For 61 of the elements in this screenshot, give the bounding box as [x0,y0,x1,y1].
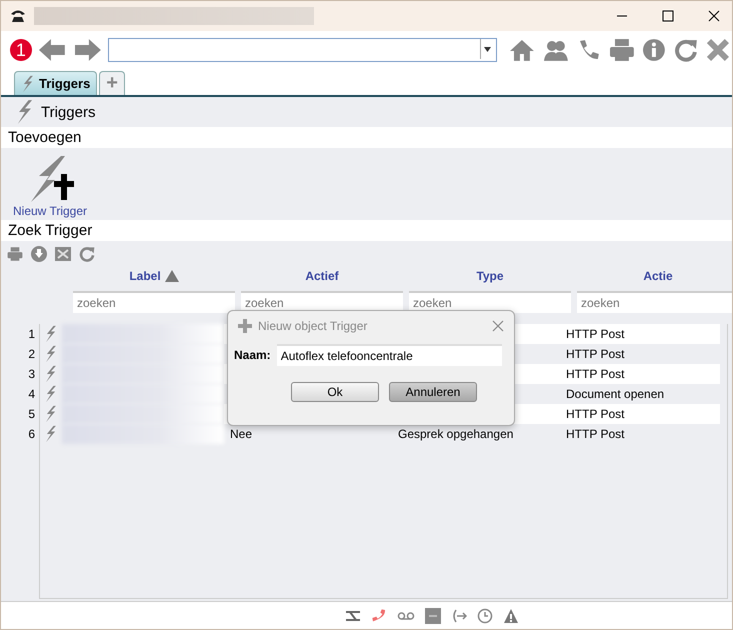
section-header: Toevoegen [1,127,732,148]
lightning-icon [44,365,58,383]
row-number: 2 [27,347,36,361]
spreadsheet-icon[interactable] [55,246,71,262]
table-cell: HTTP Post [560,364,720,384]
table-cell-text: Nee [229,426,254,443]
maximize-icon[interactable] [662,10,674,22]
table-cell-text: Gesprek opgehangen [397,426,514,443]
new-trigger-button[interactable]: Nieuw Trigger [11,148,90,220]
section-header: Zoek Trigger [1,220,732,241]
back-icon[interactable] [38,38,66,62]
row-number: 5 [27,407,36,421]
lightning-icon [44,385,58,403]
lightning-icon [21,74,35,92]
plus-icon [238,319,252,333]
column-header[interactable]: Type [409,267,571,285]
table-cell-text: HTTP Post [565,426,626,443]
close-icon[interactable] [708,10,720,22]
notification-badge[interactable]: 1 [10,39,32,61]
search-field[interactable]: zoeken [73,291,235,313]
refresh-icon[interactable] [674,38,698,62]
column-header[interactable]: Actief [241,267,403,285]
app-icon [10,8,26,24]
search-field[interactable]: zoeken [409,291,571,313]
row-number: 6 [27,427,36,441]
table-cell-text: HTTP Post [565,346,626,363]
page-title: Triggers [41,104,96,120]
table-cell: HTTP Post [560,324,720,344]
field-label: Naam: [234,348,271,362]
search-field[interactable]: zoeken [577,291,732,313]
phone-icon[interactable] [370,608,386,624]
tab[interactable]: Triggers [14,71,98,95]
column-header[interactable]: Actie [577,267,732,285]
download-icon[interactable] [31,246,47,262]
refresh-icon[interactable] [79,246,95,262]
square-icon[interactable] [424,608,440,624]
table-cell: HTTP Post [560,404,720,424]
name-field[interactable]: Autoflex telefooncentrale [276,344,502,366]
row-number: 4 [27,387,36,401]
dialog-title: Nieuw object Trigger [258,319,368,333]
contacts-icon[interactable] [542,38,569,62]
lightning-icon [44,325,58,343]
table-cell-text: Document openen [565,386,666,403]
print-icon[interactable] [608,38,634,62]
lightning-icon [44,405,58,423]
lightning-icon [15,99,35,125]
info-icon[interactable] [642,38,666,62]
lightning-icon [44,345,58,363]
lightning-icon [44,425,58,443]
cancel-button[interactable]: Annuleren [389,382,477,402]
row-number: 1 [27,327,36,341]
home-icon[interactable] [509,38,535,62]
warning-icon[interactable] [502,608,518,624]
forward-icon[interactable] [74,38,102,62]
row-number: 3 [27,367,36,381]
exit-icon[interactable] [450,608,466,624]
print-icon[interactable] [7,246,23,262]
ok-button[interactable]: Ok [291,382,379,402]
clock-icon[interactable] [476,608,492,624]
sort-arrow-icon[interactable] [164,270,179,282]
column-header[interactable]: Label [73,267,235,285]
